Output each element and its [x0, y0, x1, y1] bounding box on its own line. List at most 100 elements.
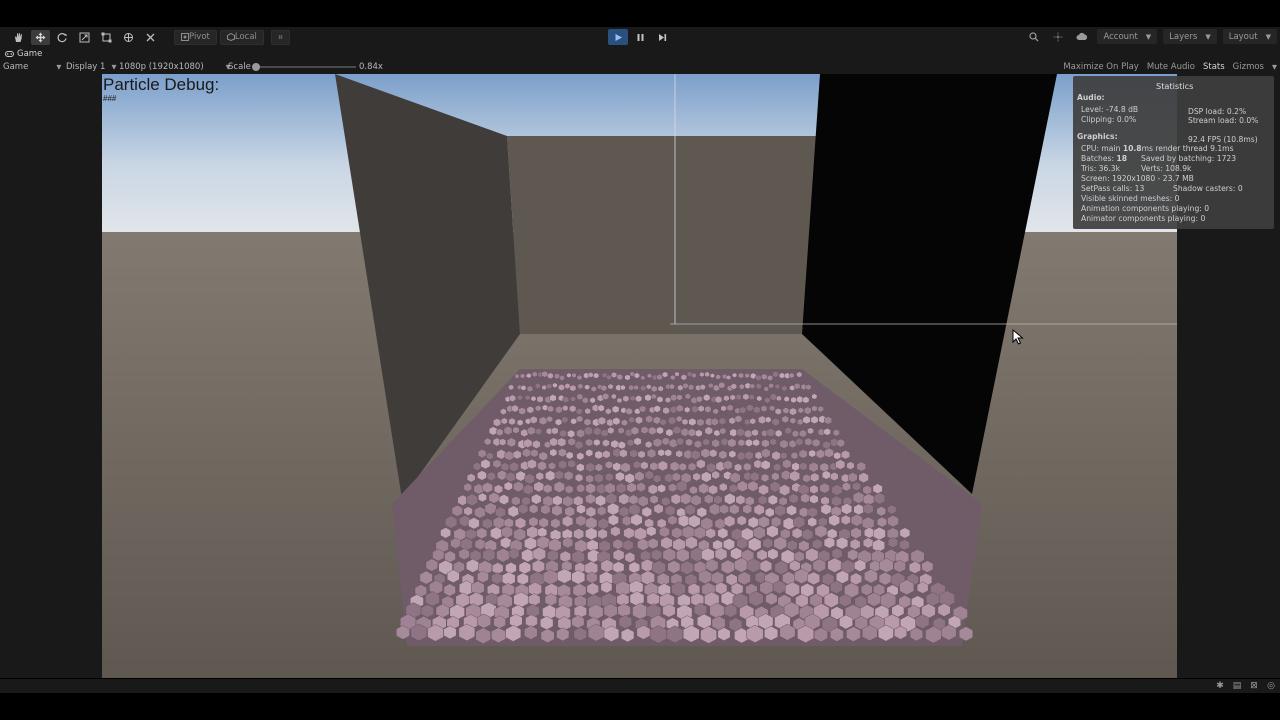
chevron-down-icon[interactable]: ▼: [1272, 63, 1277, 71]
game-mode-label: Game: [3, 62, 29, 72]
pivot-label: Pivot: [189, 32, 210, 42]
audio-clipping: Clipping: 0.0%: [1081, 115, 1137, 124]
display-dropdown[interactable]: Display 1 ▼: [66, 61, 116, 73]
account-dropdown[interactable]: Account ▼: [1097, 29, 1158, 44]
particle: [509, 461, 519, 472]
particle: [503, 426, 513, 436]
particle: [639, 405, 647, 413]
particle: [605, 408, 612, 415]
layout-dropdown[interactable]: Layout ▼: [1222, 29, 1277, 44]
particle: [670, 374, 676, 381]
particle: [719, 427, 727, 435]
particle: [626, 482, 637, 493]
cpu-main-prefix: CPU: main: [1081, 144, 1123, 153]
particle: [649, 494, 659, 505]
particle: [618, 506, 630, 518]
particle: [625, 407, 633, 416]
particle: [590, 385, 597, 393]
particle: [640, 426, 649, 435]
hand-tool-icon[interactable]: [9, 30, 28, 45]
particle: [570, 395, 576, 402]
particle: [540, 504, 551, 515]
particle: [761, 439, 770, 448]
pause-button[interactable]: [630, 29, 650, 45]
stats-toggle[interactable]: Stats: [1203, 62, 1225, 72]
particle: [752, 438, 760, 447]
particle: [559, 429, 567, 438]
scale-tool-icon[interactable]: [75, 30, 94, 45]
gizmos-toggle[interactable]: Gizmos: [1233, 62, 1264, 72]
cpu-readout: CPU: main 10.8ms render thread 9.1ms: [1081, 144, 1234, 153]
screen-readout: Screen: 1920x1080 - 23.7 MB: [1081, 174, 1194, 183]
custom-tool-icon[interactable]: [141, 30, 160, 45]
collab-icon[interactable]: [1049, 29, 1067, 44]
particle: [862, 485, 872, 495]
particle: [668, 416, 677, 425]
particle: [708, 382, 714, 389]
pivot-toggle[interactable]: Pivot: [174, 29, 217, 45]
particle: [790, 396, 797, 404]
particle: [689, 485, 698, 495]
game-viewport[interactable]: Particle Debug: ###: [102, 74, 1177, 678]
particle: [546, 415, 553, 423]
particle: [477, 449, 487, 459]
particle: [648, 426, 657, 436]
particle: [576, 452, 585, 461]
particle: [765, 416, 772, 424]
particle: [696, 506, 707, 518]
particle: [781, 385, 788, 392]
particle: [600, 429, 609, 438]
transform-tool-icon[interactable]: [119, 30, 138, 45]
scale-slider[interactable]: [252, 63, 356, 71]
particle: [858, 472, 869, 484]
scale-slider-handle[interactable]: [252, 63, 260, 71]
particle: [549, 394, 557, 402]
particle: [526, 372, 532, 379]
play-button[interactable]: [608, 29, 628, 45]
particle: [622, 395, 630, 403]
particle: [776, 395, 782, 402]
progress-icon[interactable]: ▤: [1232, 681, 1242, 691]
cloud-icon[interactable]: [1073, 29, 1091, 44]
particle: [755, 374, 762, 382]
batches-prefix: Batches:: [1081, 154, 1117, 163]
particle: [473, 483, 484, 495]
particle: [616, 373, 623, 381]
step-button[interactable]: [652, 29, 672, 45]
grid-snap-icon[interactable]: [270, 29, 290, 45]
check-icon[interactable]: ◎: [1266, 681, 1276, 691]
local-toggle[interactable]: Local: [219, 29, 264, 45]
game-mode-dropdown[interactable]: Game ▼: [3, 61, 61, 73]
particle: [676, 394, 683, 401]
particle: [562, 396, 570, 404]
mute-audio-toggle[interactable]: Mute Audio: [1147, 62, 1195, 72]
particle: [876, 516, 887, 528]
particle: [478, 492, 487, 503]
particle: [628, 494, 639, 505]
particle: [788, 439, 797, 449]
tab-game[interactable]: Game: [0, 49, 47, 59]
bug-icon[interactable]: ✱: [1215, 681, 1225, 691]
particle: [550, 518, 561, 529]
particle: [756, 395, 763, 402]
resolution-dropdown[interactable]: 1080p (1920x1080) ▼: [119, 61, 231, 73]
move-tool-icon[interactable]: [31, 29, 50, 45]
particle: [811, 405, 818, 412]
particle: [694, 440, 702, 449]
particle: [661, 437, 670, 446]
particle: [796, 418, 804, 426]
batches-readout: Batches: 18: [1081, 154, 1127, 163]
particle: [744, 450, 754, 461]
network-icon[interactable]: ⊠: [1249, 681, 1259, 691]
search-icon[interactable]: [1025, 29, 1043, 44]
particle: [629, 449, 638, 459]
particle: [535, 471, 544, 481]
layers-dropdown[interactable]: Layers ▼: [1163, 29, 1217, 44]
particle: [620, 384, 626, 391]
particle: [705, 527, 716, 539]
rect-tool-icon[interactable]: [97, 30, 116, 45]
rotate-tool-icon[interactable]: [53, 30, 72, 45]
particle: [737, 438, 746, 447]
layers-label: Layers: [1169, 31, 1198, 42]
maximize-on-play-toggle[interactable]: Maximize On Play: [1063, 62, 1138, 72]
